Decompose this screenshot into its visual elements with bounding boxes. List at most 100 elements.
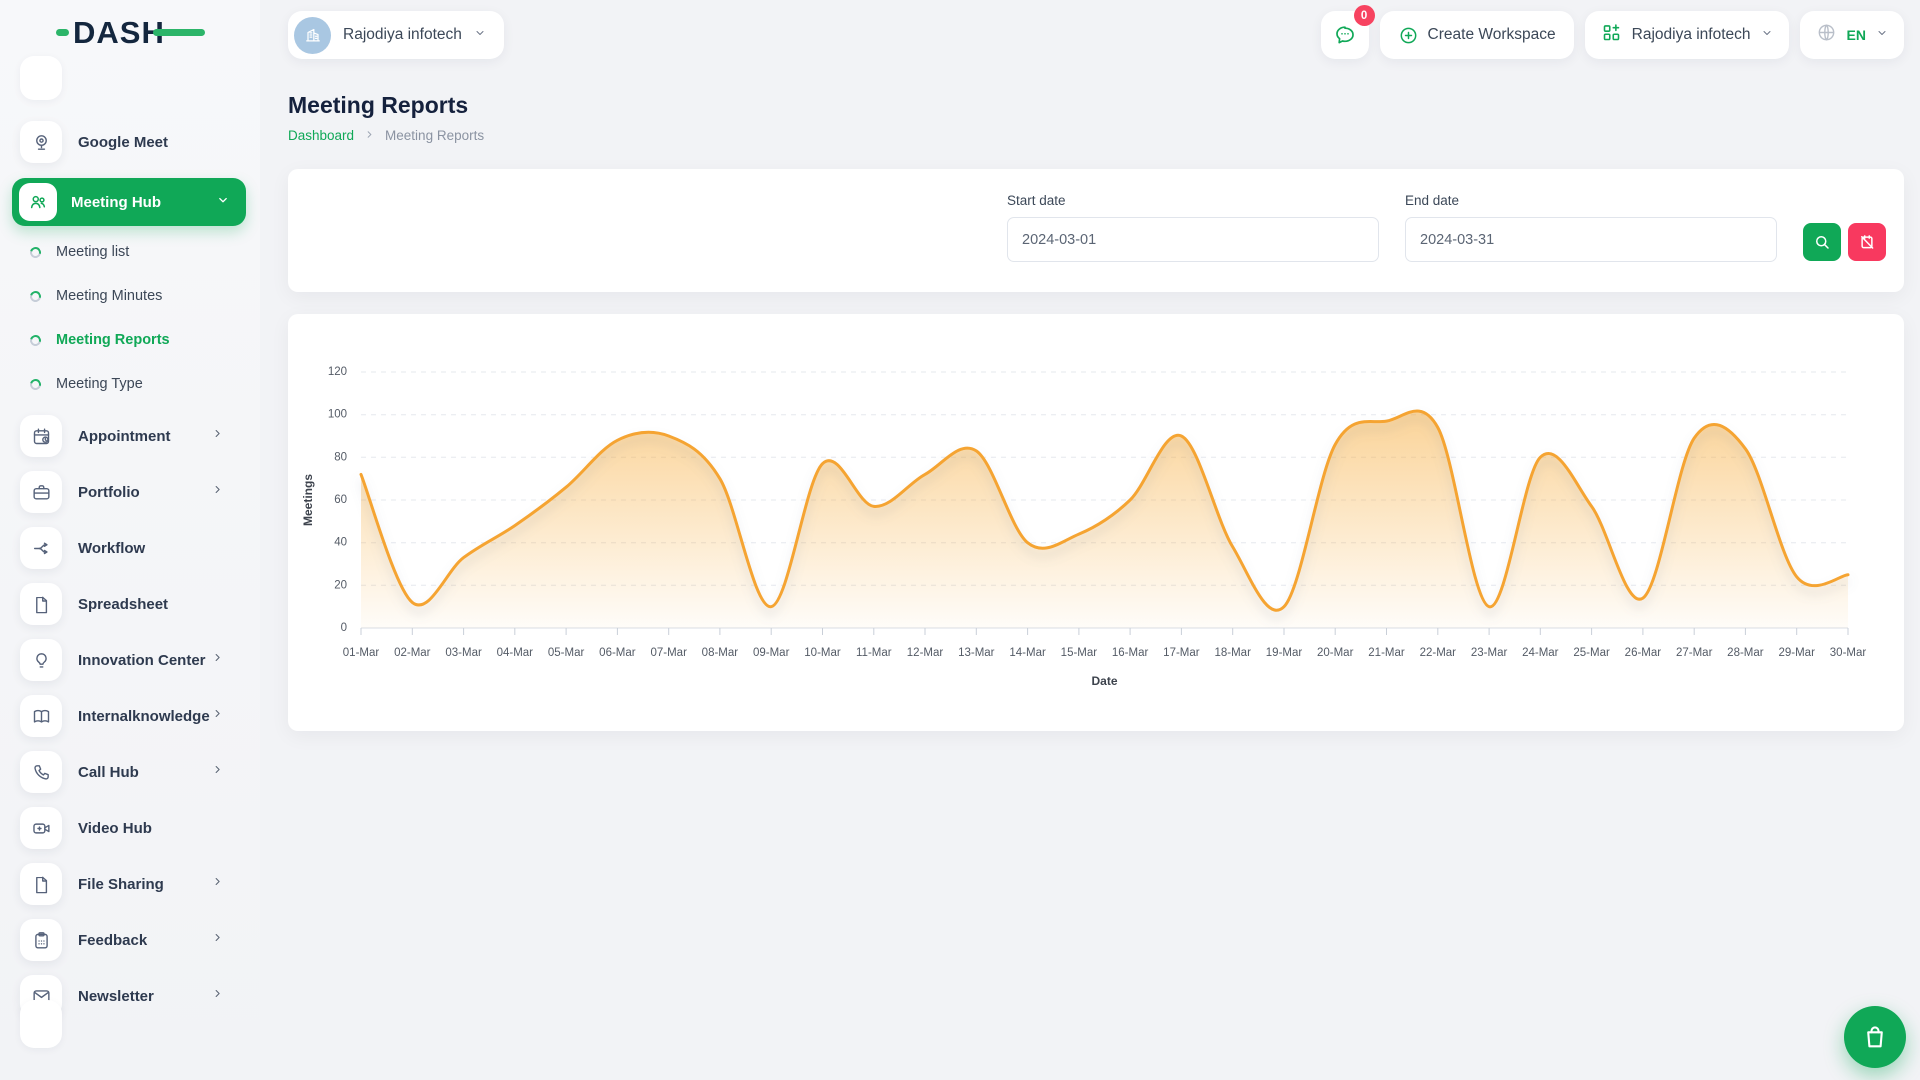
create-workspace-button[interactable]: Create Workspace xyxy=(1380,11,1574,59)
svg-text:01-Mar: 01-Mar xyxy=(343,647,380,659)
logo-accent-left xyxy=(56,29,69,36)
apply-filter-button[interactable] xyxy=(1803,223,1841,261)
svg-text:60: 60 xyxy=(334,494,347,506)
svg-text:0: 0 xyxy=(341,622,347,634)
svg-text:11-Mar: 11-Mar xyxy=(856,647,892,659)
users-icon xyxy=(19,183,57,221)
logo-accent-right xyxy=(153,29,205,36)
workflow-icon xyxy=(20,527,62,569)
sidebar-item-label: Call Hub xyxy=(78,764,139,781)
svg-text:80: 80 xyxy=(334,451,347,463)
chevron-down-icon xyxy=(1876,26,1888,44)
start-date-input[interactable] xyxy=(1007,217,1379,262)
svg-text:40: 40 xyxy=(334,537,347,549)
svg-text:05-Mar: 05-Mar xyxy=(548,647,585,659)
svg-text:16-Mar: 16-Mar xyxy=(1112,647,1149,659)
sidebar-item-label: Innovation Center xyxy=(78,652,206,669)
store-fab-button[interactable] xyxy=(1844,1006,1906,1068)
sidebar-item-label: Workflow xyxy=(78,540,145,557)
sidebar-item-meeting-reports[interactable]: Meeting Reports xyxy=(30,322,248,358)
chevron-right-icon xyxy=(211,931,224,949)
video-icon xyxy=(20,807,62,849)
sidebar-item-meeting-hub[interactable]: Meeting Hub xyxy=(12,178,246,226)
plus-circle-icon xyxy=(1398,25,1419,46)
sidebar-menu-list: Google Meet Meeting Hub Meeting list Meetin… xyxy=(0,120,260,1018)
svg-text:09-Mar: 09-Mar xyxy=(753,647,790,659)
svg-text:17-Mar: 17-Mar xyxy=(1163,647,1200,659)
sidebar-item-workflow[interactable]: Workflow xyxy=(12,526,248,570)
sidebar-item-call-hub[interactable]: Call Hub xyxy=(12,750,248,794)
filter-actions xyxy=(1803,193,1886,261)
sidebar: DASH Google Meet Meeting Hub Meeting list M… xyxy=(0,0,260,1080)
sidebar-item-label: Portfolio xyxy=(78,484,140,501)
start-date-field: Start date xyxy=(1007,193,1379,262)
svg-text:Meetings: Meetings xyxy=(301,474,315,526)
sidebar-item-appointment[interactable]: Appointment xyxy=(12,414,248,458)
clear-filter-button[interactable] xyxy=(1848,223,1886,261)
breadcrumb-dashboard-link[interactable]: Dashboard xyxy=(288,128,354,143)
svg-text:27-Mar: 27-Mar xyxy=(1676,647,1713,659)
sidebar-item-innovation-center[interactable]: Innovation Center xyxy=(12,638,248,682)
breadcrumb: Dashboard Meeting Reports xyxy=(288,128,1904,143)
sidebar-item-feedback[interactable]: Feedback xyxy=(12,918,248,962)
svg-text:04-Mar: 04-Mar xyxy=(497,647,534,659)
svg-text:100: 100 xyxy=(328,409,347,421)
sidebar-item-label: Internalknowledge xyxy=(78,708,210,725)
sidebar-item-spreadsheet[interactable]: Spreadsheet xyxy=(12,582,248,626)
breadcrumb-current: Meeting Reports xyxy=(385,128,484,143)
bulb-icon xyxy=(20,639,62,681)
messages-button[interactable]: 0 xyxy=(1321,11,1369,59)
workspace-selector[interactable]: Rajodiya infotech xyxy=(288,11,504,59)
chat-icon xyxy=(1333,23,1357,47)
chevron-right-icon xyxy=(211,483,224,501)
sidebar-item-meeting-type[interactable]: Meeting Type xyxy=(30,366,248,402)
main-area: Rajodiya infotech 0 Create Workspace xyxy=(260,0,1920,1080)
svg-text:120: 120 xyxy=(328,366,347,378)
meetings-chart-card: 02040608010012001-Mar02-Mar03-Mar04-Mar0… xyxy=(288,314,1904,731)
sidebar-item-label: File Sharing xyxy=(78,876,164,893)
language-selector[interactable]: EN xyxy=(1800,11,1904,59)
sidebar-item-meeting-list[interactable]: Meeting list xyxy=(30,234,248,270)
svg-text:21-Mar: 21-Mar xyxy=(1368,647,1405,659)
sidebar-item-label: Meeting list xyxy=(56,244,129,260)
globe-icon xyxy=(1816,22,1837,48)
company-selector-label: Rajodiya infotech xyxy=(1632,26,1751,44)
sidebar-item-meeting-minutes[interactable]: Meeting Minutes xyxy=(30,278,248,314)
file-icon xyxy=(20,583,62,625)
meetings-chart: 02040608010012001-Mar02-Mar03-Mar04-Mar0… xyxy=(288,314,1904,731)
sidebar-item-label: Meeting Reports xyxy=(56,332,170,348)
svg-text:23-Mar: 23-Mar xyxy=(1471,647,1508,659)
sidebar-item-internalknowledge[interactable]: Internalknowledge xyxy=(12,694,248,738)
chevron-right-icon xyxy=(211,427,224,445)
workspace-avatar xyxy=(294,17,331,54)
end-date-field: End date xyxy=(1405,193,1777,262)
end-date-input[interactable] xyxy=(1405,217,1777,262)
svg-text:02-Mar: 02-Mar xyxy=(394,647,431,659)
chevron-down-icon xyxy=(1761,26,1773,44)
svg-text:24-Mar: 24-Mar xyxy=(1522,647,1559,659)
sidebar-item-label: Video Hub xyxy=(78,820,152,837)
messages-count-badge: 0 xyxy=(1354,5,1375,26)
svg-text:22-Mar: 22-Mar xyxy=(1420,647,1457,659)
sidebar-item-label: Feedback xyxy=(78,932,147,949)
app-logo[interactable]: DASH xyxy=(0,0,260,64)
chevron-right-icon xyxy=(211,651,224,669)
sidebar-item-label: Meeting Type xyxy=(56,376,143,392)
svg-text:29-Mar: 29-Mar xyxy=(1778,647,1815,659)
calendar-clock-icon xyxy=(20,415,62,457)
topbar: Rajodiya infotech 0 Create Workspace xyxy=(288,0,1904,70)
svg-text:08-Mar: 08-Mar xyxy=(702,647,739,659)
sidebar-item-file-sharing[interactable]: File Sharing xyxy=(12,862,248,906)
sub-item-bullet-icon xyxy=(28,288,43,303)
svg-text:15-Mar: 15-Mar xyxy=(1061,647,1098,659)
sidebar-item-video-hub[interactable]: Video Hub xyxy=(12,806,248,850)
start-date-label: Start date xyxy=(1007,193,1379,208)
svg-text:26-Mar: 26-Mar xyxy=(1625,647,1662,659)
sidebar-item-portfolio[interactable]: Portfolio xyxy=(12,470,248,514)
svg-text:30-Mar: 30-Mar xyxy=(1830,647,1867,659)
sidebar-item-google-meet[interactable]: Google Meet xyxy=(12,120,248,164)
svg-text:14-Mar: 14-Mar xyxy=(1009,647,1046,659)
company-selector[interactable]: Rajodiya infotech xyxy=(1585,11,1789,59)
sub-item-bullet-icon xyxy=(28,244,43,259)
clipboard-icon xyxy=(20,919,62,961)
